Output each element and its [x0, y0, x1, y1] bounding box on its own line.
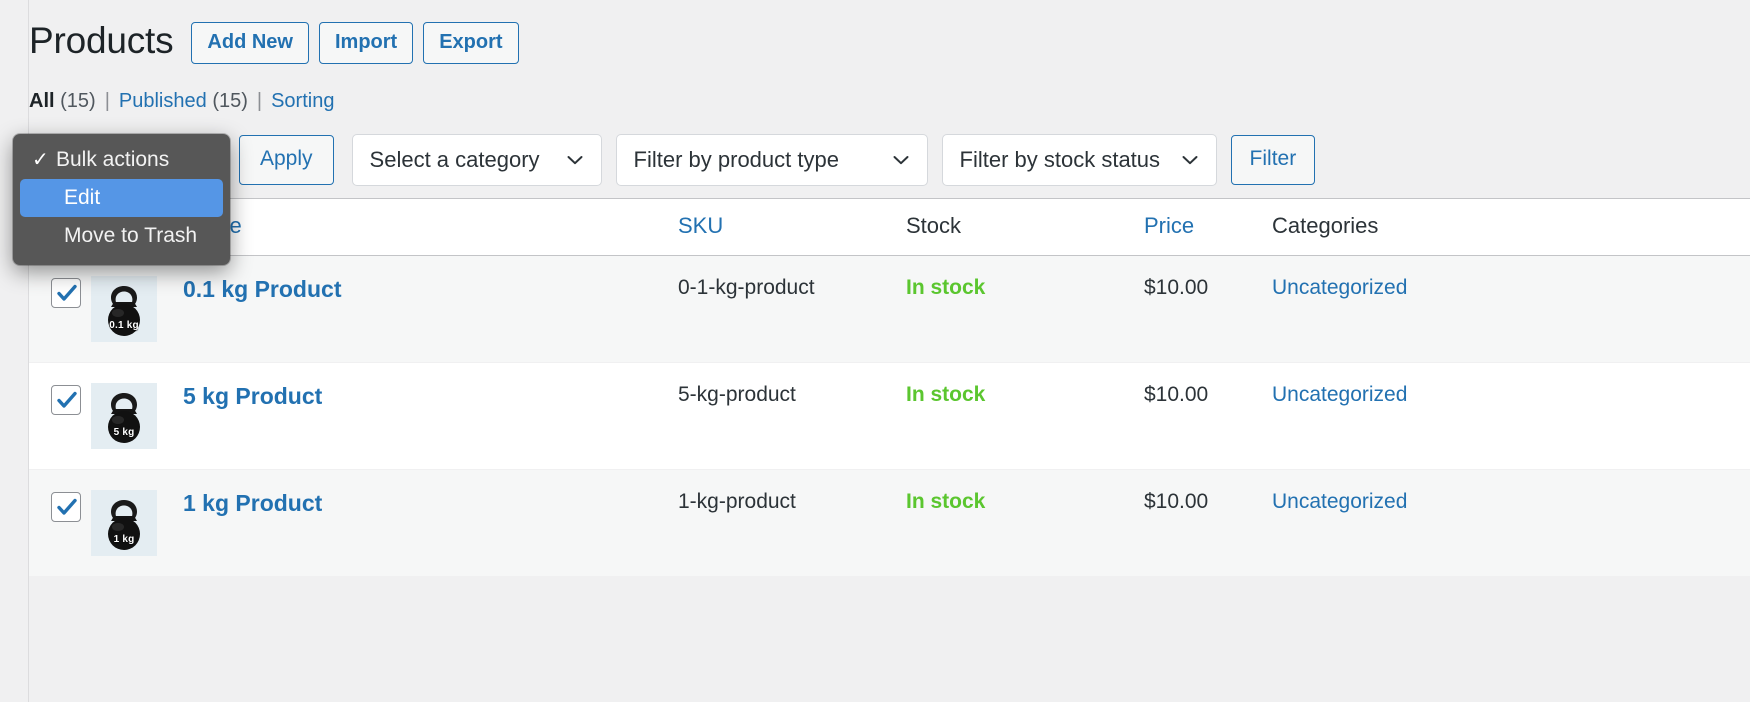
row-thumbnail-cell: 0.1 kg	[91, 255, 183, 363]
row-name-cell: 1 kg Product	[183, 469, 678, 577]
view-separator-2: |	[256, 90, 263, 112]
row-categories-cell: Uncategorized	[1272, 469, 1750, 577]
column-header-categories: Categories	[1272, 198, 1750, 256]
filter-button[interactable]: Filter	[1230, 135, 1316, 185]
row-stock-cell: In stock	[906, 255, 1144, 363]
stock-status-badge: In stock	[906, 490, 986, 513]
view-count-published: (15)	[212, 90, 248, 112]
category-link[interactable]: Uncategorized	[1272, 383, 1407, 406]
table-row: 1 kg 1 kg Product 1-kg-product In stock …	[29, 469, 1750, 577]
row-name-cell: 0.1 kg Product	[183, 255, 678, 363]
column-header-price[interactable]: Price	[1144, 198, 1272, 256]
stock-status-badge: In stock	[906, 276, 986, 299]
stock-status-badge: In stock	[906, 383, 986, 406]
row-sku-cell: 5-kg-product	[678, 362, 906, 470]
admin-sidebar-edge	[0, 0, 29, 702]
product-name-link[interactable]: 0.1 kg Product	[183, 276, 341, 302]
view-filter-links: All (15) | Published (15) | Sorting	[29, 90, 334, 113]
view-link-published[interactable]: Published	[119, 90, 207, 113]
product-name-link[interactable]: 5 kg Product	[183, 383, 322, 409]
row-thumbnail-cell: 1 kg	[91, 469, 183, 577]
row-name-cell: 5 kg Product	[183, 362, 678, 470]
row-checkbox-cell	[29, 255, 91, 363]
import-button[interactable]: Import	[318, 22, 414, 64]
view-count-all: (15)	[60, 90, 96, 112]
products-table: Name SKU Stock Price Categories	[29, 198, 1750, 577]
menu-item-edit[interactable]: Edit	[20, 179, 223, 217]
stock-status-filter-select[interactable]: Filter by stock status	[941, 134, 1217, 186]
row-checkbox-cell	[29, 362, 91, 470]
row-checkbox[interactable]	[51, 385, 81, 415]
chevron-down-icon	[891, 150, 911, 170]
category-filter-label: Select a category	[369, 147, 540, 172]
chevron-down-icon	[565, 150, 585, 170]
view-link-all[interactable]: All	[29, 90, 55, 113]
row-checkbox[interactable]	[51, 278, 81, 308]
row-sku-cell: 1-kg-product	[678, 469, 906, 577]
row-stock-cell: In stock	[906, 469, 1144, 577]
kettlebell-icon[interactable]: 0.1 kg	[91, 276, 157, 342]
row-price-cell: $10.00	[1144, 469, 1272, 577]
bulk-actions-dropdown-menu: ✓ Bulk actions Edit Move to Trash	[13, 134, 230, 265]
menu-item-label: Move to Trash	[64, 224, 198, 247]
column-header-name[interactable]: Name	[183, 198, 678, 256]
view-separator-1: |	[104, 90, 110, 112]
check-icon	[57, 391, 77, 408]
product-type-filter-label: Filter by product type	[633, 147, 839, 172]
products-admin-screen: Products Add New Import Export All (15) …	[0, 0, 1750, 702]
add-new-button[interactable]: Add New	[191, 22, 309, 64]
check-icon	[57, 498, 77, 515]
row-checkbox-cell	[29, 469, 91, 577]
page-action-buttons: Add New Import Export	[191, 22, 519, 64]
kettlebell-icon[interactable]: 1 kg	[91, 490, 157, 556]
row-price-cell: $10.00	[1144, 255, 1272, 363]
column-header-sku[interactable]: SKU	[678, 198, 906, 256]
table-header-row: Name SKU Stock Price Categories	[29, 198, 1750, 256]
product-name-link[interactable]: 1 kg Product	[183, 490, 322, 516]
chevron-down-icon	[1180, 150, 1200, 170]
menu-item-label: Edit	[64, 186, 101, 209]
page-header: Products Add New Import Export	[29, 0, 519, 64]
stock-status-filter-label: Filter by stock status	[959, 147, 1161, 172]
category-link[interactable]: Uncategorized	[1272, 276, 1407, 299]
kettlebell-icon[interactable]: 5 kg	[91, 383, 157, 449]
check-icon: ✓	[32, 149, 49, 171]
category-filter-select[interactable]: Select a category	[351, 134, 602, 186]
apply-button[interactable]: Apply	[239, 135, 334, 185]
export-button[interactable]: Export	[423, 22, 519, 64]
row-categories-cell: Uncategorized	[1272, 362, 1750, 470]
row-categories-cell: Uncategorized	[1272, 255, 1750, 363]
menu-item-bulk-actions[interactable]: ✓ Bulk actions	[20, 141, 223, 179]
row-stock-cell: In stock	[906, 362, 1144, 470]
column-header-stock: Stock	[906, 198, 1144, 256]
row-checkbox[interactable]	[51, 492, 81, 522]
row-thumbnail-cell: 5 kg	[91, 362, 183, 470]
category-link[interactable]: Uncategorized	[1272, 490, 1407, 513]
page-title: Products	[29, 19, 174, 61]
row-sku-cell: 0-1-kg-product	[678, 255, 906, 363]
table-row: 5 kg 5 kg Product 5-kg-product In stock …	[29, 362, 1750, 470]
check-icon	[57, 284, 77, 301]
menu-item-label: Bulk actions	[56, 148, 170, 171]
view-link-sorting[interactable]: Sorting	[271, 90, 334, 113]
product-type-filter-select[interactable]: Filter by product type	[615, 134, 928, 186]
row-price-cell: $10.00	[1144, 362, 1272, 470]
menu-item-move-to-trash[interactable]: Move to Trash	[20, 217, 223, 255]
table-row: 0.1 kg 0.1 kg Product 0-1-kg-product In …	[29, 255, 1750, 363]
